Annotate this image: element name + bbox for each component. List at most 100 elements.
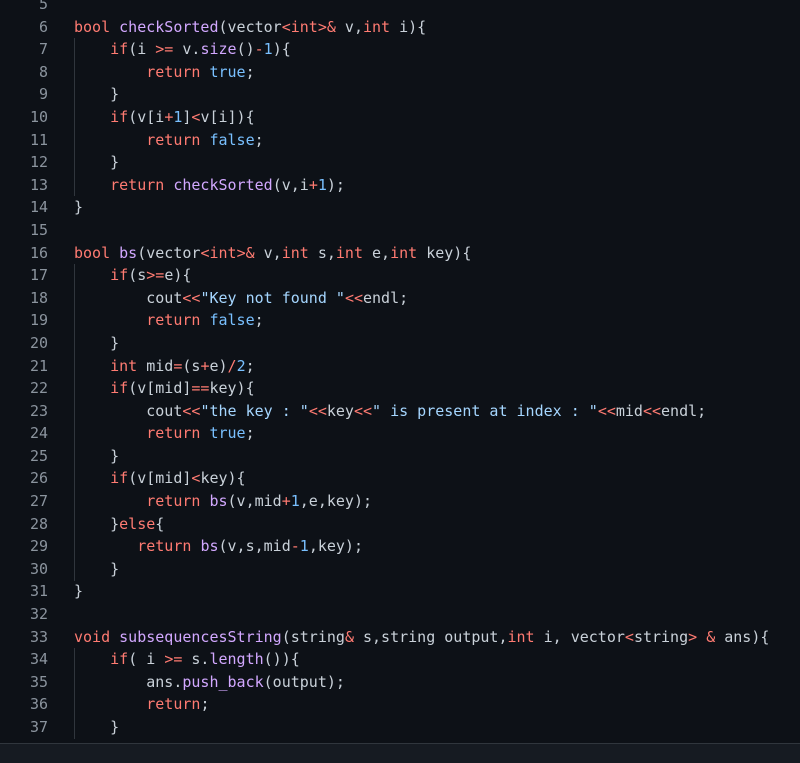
code-line[interactable]: 32 <box>0 603 800 626</box>
code-token: (v[mid] <box>128 469 192 488</box>
code-line[interactable]: 7 if(i >= v.size()-1){ <box>0 38 800 61</box>
code-area[interactable]: 5 6 bool checkSorted(vector<int>& v,int i)… <box>0 0 800 739</box>
code-token: >& <box>317 17 336 36</box>
code-text: return checkSorted(v,i+1); <box>74 174 345 197</box>
code-text: return; <box>74 693 209 716</box>
code-token: 1 <box>263 40 273 59</box>
code-token: int <box>290 17 318 36</box>
code-token: endl; <box>661 401 707 420</box>
code-line[interactable]: 10 if(v[i+1]<v[i]){ <box>0 106 800 129</box>
code-line[interactable]: 27 return bs(v,mid+1,e,key); <box>0 490 800 513</box>
code-line[interactable]: 21 int mid=(s+e)/2; <box>0 355 800 378</box>
line-number: 8 <box>38 62 48 81</box>
code-line[interactable]: 23 cout<<"the key : "<<key<<" is present… <box>0 400 800 423</box>
code-token: checkSorted <box>173 175 273 194</box>
code-token: i){ <box>390 17 427 36</box>
code-text: if(s>=e){ <box>74 264 191 287</box>
code-token: >= <box>155 40 174 59</box>
code-token: (s <box>182 356 201 375</box>
code-text: if( i >= s.length()){ <box>74 648 300 671</box>
code-token: if <box>110 107 129 126</box>
code-line[interactable]: 22 if(v[mid]==key){ <box>0 377 800 400</box>
editor-bottom-bar <box>0 743 800 763</box>
line-number: 14 <box>29 198 48 217</box>
code-line[interactable]: 25 } <box>0 445 800 468</box>
code-token: checkSorted <box>119 17 219 36</box>
code-token: false <box>209 311 255 330</box>
line-number: 32 <box>29 605 48 624</box>
code-token: << <box>182 288 201 307</box>
code-token: ( <box>218 17 228 36</box>
code-line[interactable]: 37 } <box>0 716 800 739</box>
code-token: & <box>344 627 354 646</box>
code-line[interactable]: 8 return true; <box>0 61 800 84</box>
code-token: e, <box>363 243 391 262</box>
code-line[interactable]: 19 return false; <box>0 309 800 332</box>
code-text: if(v[mid]<key){ <box>74 467 245 490</box>
code-line[interactable]: 30 } <box>0 558 800 581</box>
code-token: >= <box>164 650 183 669</box>
code-line[interactable]: 31} <box>0 580 800 603</box>
code-line[interactable]: 29 return bs(v,s,mid-1,key); <box>0 535 800 558</box>
code-token: bs <box>119 243 138 262</box>
code-token: << <box>182 401 201 420</box>
code-text: } <box>74 151 119 174</box>
code-line[interactable]: 28 }else{ <box>0 513 800 536</box>
code-line[interactable]: 17 if(s>=e){ <box>0 264 800 287</box>
code-text: bool bs(vector<int>& v,int s,int e,int k… <box>74 242 471 265</box>
code-token: < <box>624 627 634 646</box>
code-token: ans){ <box>715 627 770 646</box>
code-token: ( i <box>128 650 165 669</box>
code-token: i, vector <box>534 627 625 646</box>
code-line[interactable]: 16 bool bs(vector<int>& v,int s,int e,int… <box>0 242 800 265</box>
code-line[interactable]: 5 <box>0 0 800 16</box>
code-text: }else{ <box>74 513 164 536</box>
code-line[interactable]: 11 return false; <box>0 129 800 152</box>
code-line[interactable]: 12 } <box>0 151 800 174</box>
code-line[interactable]: 35 ans.push_back(output); <box>0 671 800 694</box>
code-token: return <box>146 130 201 149</box>
code-token: 2 <box>236 356 246 375</box>
code-line[interactable]: 20 } <box>0 332 800 355</box>
code-line[interactable]: 26 if(v[mid]<key){ <box>0 467 800 490</box>
line-number: 36 <box>29 695 48 714</box>
code-line[interactable]: 9 } <box>0 83 800 106</box>
code-token: endl; <box>363 288 409 307</box>
code-token: (v,s,mid <box>218 537 291 556</box>
code-token: >= <box>146 266 165 285</box>
code-token: " is present at index : " <box>372 401 598 420</box>
line-number: 7 <box>38 40 48 59</box>
code-token: } <box>74 198 84 217</box>
line-number: 31 <box>29 582 48 601</box>
indent-guide <box>74 264 76 581</box>
code-token: bs <box>200 537 219 556</box>
code-token: } <box>74 514 120 533</box>
code-token: int <box>281 243 309 262</box>
code-line[interactable]: 14} <box>0 196 800 219</box>
code-line[interactable]: 36 return; <box>0 693 800 716</box>
code-line[interactable]: 13 return checkSorted(v,i+1); <box>0 174 800 197</box>
code-token: "Key not found " <box>200 288 345 307</box>
code-line[interactable]: 34 if( i >= s.length()){ <box>0 648 800 671</box>
line-number: 11 <box>29 130 48 149</box>
code-line[interactable]: 6 bool checkSorted(vector<int>& v,int i){ <box>0 16 800 39</box>
code-line[interactable]: 33 void subsequencesString(string& s,stri… <box>0 626 800 649</box>
code-line[interactable]: 18 cout<<"Key not found "<<endl; <box>0 287 800 310</box>
code-token: return <box>146 62 201 81</box>
code-token: (v,i <box>272 175 309 194</box>
code-line[interactable]: 24 return true; <box>0 422 800 445</box>
code-token: (v[mid] <box>128 379 192 398</box>
code-editor[interactable]: 5 6 bool checkSorted(vector<int>& v,int i)… <box>0 0 800 763</box>
code-line[interactable]: 15 <box>0 219 800 242</box>
line-number: 17 <box>29 266 48 285</box>
code-token: (v[i <box>128 107 165 126</box>
code-token: - <box>254 40 264 59</box>
line-number: 24 <box>29 424 48 443</box>
